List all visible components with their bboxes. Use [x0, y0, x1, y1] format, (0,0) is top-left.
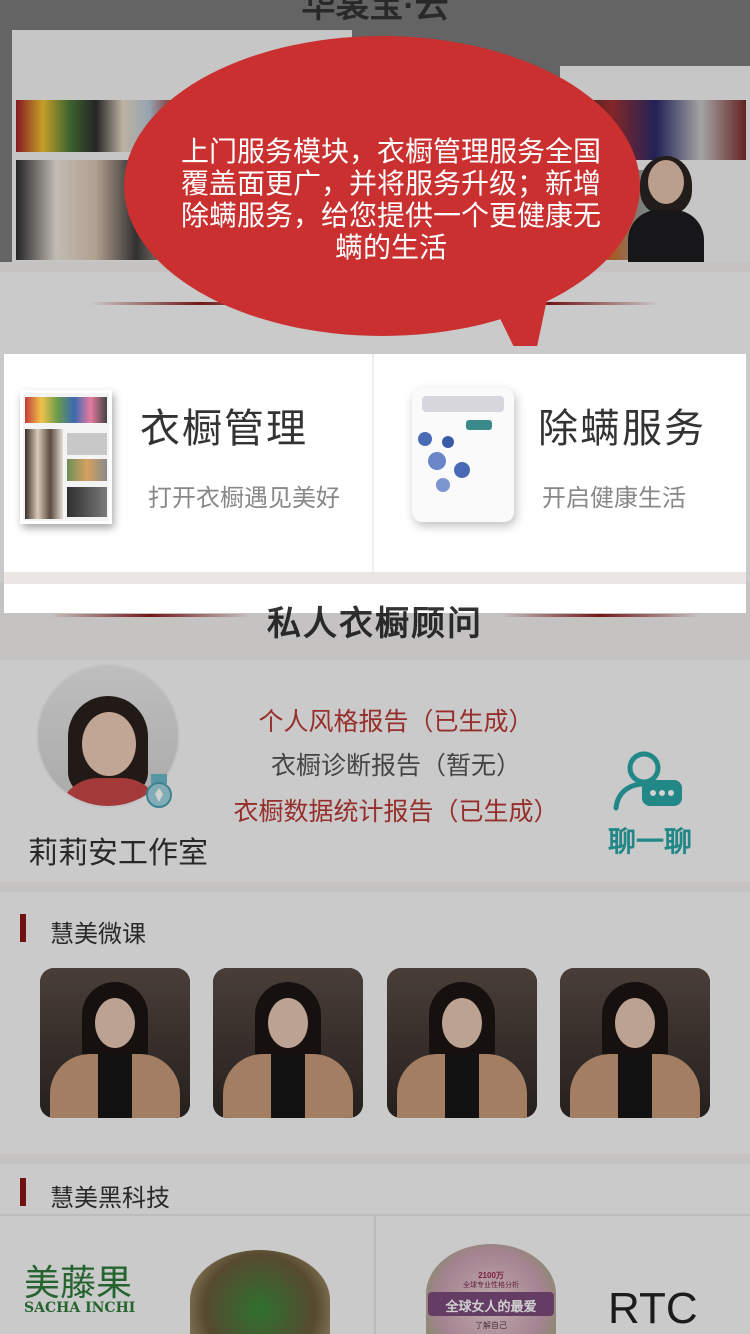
micro-course-section: 慧美微课 [0, 892, 750, 1154]
style-report-link[interactable]: 个人风格报告（已生成） [196, 702, 596, 738]
tech-section: 慧美黑科技 美藤果 SACHA INCHI 2100万 全球专业性格分析 全球女… [0, 1164, 750, 1334]
section-marker [20, 914, 26, 942]
badge-line: 全球专业性格分析 [463, 1282, 519, 1289]
sacha-inchi-brand-en: SACHA INCHI [24, 1300, 136, 1316]
mite-removal-tile[interactable]: 除螨服务 开启健康生活 [376, 354, 746, 572]
section-marker [20, 1178, 26, 1206]
page: 华裳宝·云 衣橱管理 打开衣橱遇见美好 除螨服务 开启健康生活 私人衣橱顾问 莉… [0, 0, 750, 1334]
course-thumbnail[interactable] [213, 968, 363, 1118]
tooltip-text: 上门服务模块，衣橱管理服务全国覆盖面更广，并将服务升级；新增除螨服务，给您提供一… [180, 136, 601, 263]
badge-bottom: 了解自己 [475, 1321, 507, 1330]
consultant-card: 莉莉安工作室 个人风格报告（已生成） 衣橱诊断报告（暂无） 衣橱数据统计报告（已… [0, 660, 750, 882]
wardrobe-management-tile[interactable]: 衣橱管理 打开衣橱遇见美好 [4, 354, 374, 572]
wardrobe-icon [20, 390, 112, 524]
sacha-inchi-brand-cn: 美藤果 [24, 1263, 133, 1304]
chat-icon[interactable] [612, 750, 684, 814]
wardrobe-management-subtitle: 打开衣橱遇见美好 [148, 485, 340, 512]
wardrobe-diagnosis-report-link[interactable]: 衣橱诊断报告（暂无） [196, 746, 596, 782]
course-thumbnail[interactable] [40, 968, 190, 1118]
studio-name: 莉莉安工作室 [28, 837, 208, 870]
mite-removal-subtitle: 开启健康生活 [542, 485, 686, 512]
sacha-inchi-image [190, 1250, 330, 1334]
sacha-inchi-product[interactable]: 美藤果 SACHA INCHI [0, 1214, 372, 1334]
mite-removal-title: 除螨服务 [538, 407, 706, 451]
wardrobe-statistics-report-link[interactable]: 衣橱数据统计报告（已生成） [196, 792, 596, 828]
rtc-product[interactable]: 2100万 全球专业性格分析 全球女人的最爱 了解自己 RTC [376, 1214, 750, 1334]
chat-button-label[interactable]: 聊一聊 [600, 820, 700, 860]
wardrobe-management-title: 衣橱管理 [140, 407, 308, 451]
mite-removal-device-icon [412, 388, 514, 522]
micro-course-title: 慧美微课 [50, 921, 146, 948]
consultant-section-title: 私人衣橱顾问 [267, 605, 483, 643]
verified-medal-icon [146, 774, 172, 808]
hero-title: 华裳宝·云 [301, 0, 449, 25]
rtc-label: RTC [608, 1284, 698, 1333]
course-thumbnail[interactable] [560, 968, 710, 1118]
services-card: 衣橱管理 打开衣橱遇见美好 除螨服务 开启健康生活 [4, 354, 746, 613]
badge-main: 全球女人的最爱 [445, 1299, 537, 1314]
tech-section-title: 慧美黑科技 [50, 1185, 170, 1212]
course-thumbnail[interactable] [387, 968, 537, 1118]
services-separator [4, 572, 746, 584]
